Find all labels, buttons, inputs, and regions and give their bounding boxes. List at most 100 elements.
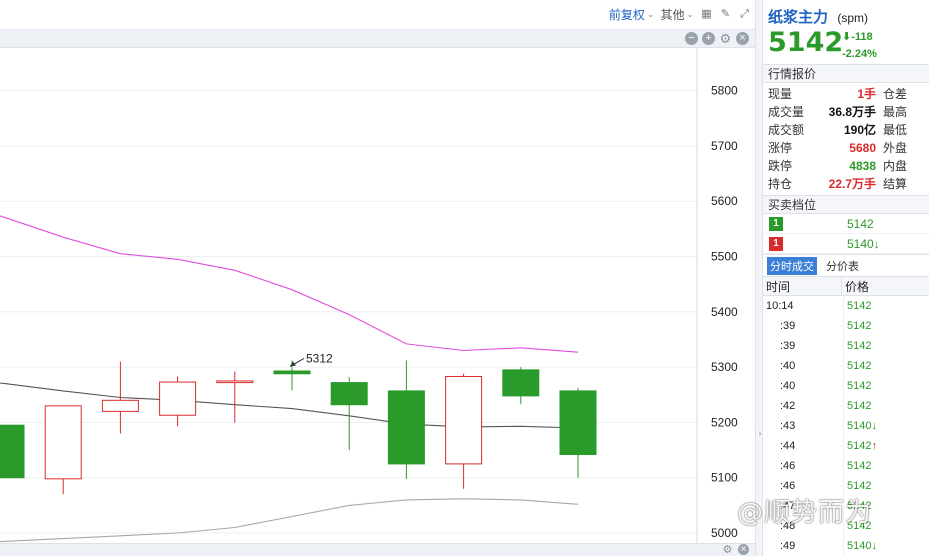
quote-value: 36.8万手 bbox=[828, 105, 876, 119]
tick-time: :46 bbox=[763, 456, 844, 476]
tick-price: 5142 bbox=[844, 356, 871, 376]
level-price: 5142 bbox=[847, 214, 874, 234]
y-tick-label: 5700 bbox=[711, 139, 738, 153]
tick-time: :39 bbox=[763, 316, 844, 336]
quote-label: 涨停 bbox=[768, 141, 793, 155]
tick-row: :46 5142 bbox=[763, 456, 929, 476]
order-book-row[interactable]: 1 5142 bbox=[763, 214, 929, 234]
quote-value: 22.7万手 bbox=[828, 177, 876, 191]
tick-row: :39 5142 bbox=[763, 316, 929, 336]
y-tick-label: 5600 bbox=[711, 194, 738, 208]
price-change: ⬇-118 -2.24% bbox=[842, 29, 877, 63]
last-price: 5142 bbox=[768, 27, 844, 58]
quote-row: 跌停 4838 内盘 bbox=[763, 157, 929, 175]
quote-label-secondary: 内盘 bbox=[883, 159, 908, 173]
arrow-down-icon: ↓ bbox=[871, 540, 877, 552]
candle-body bbox=[330, 382, 368, 406]
add-icon[interactable]: + bbox=[702, 32, 715, 45]
tick-price: 5142 bbox=[844, 396, 871, 416]
tick-row: :49 5140↓ bbox=[763, 536, 929, 556]
quote-row: 成交量 36.8万手 最高 bbox=[763, 103, 929, 121]
quote-label: 跌停 bbox=[768, 159, 793, 173]
tick-price: 5140↓ bbox=[844, 536, 877, 556]
gear-icon[interactable]: ⚙ bbox=[719, 32, 732, 45]
adjust-dropdown[interactable]: 前复权 ⌄ bbox=[609, 6, 655, 23]
quote-label-secondary: 外盘 bbox=[883, 141, 908, 155]
order-book-row[interactable]: 1 5140↓ bbox=[763, 234, 929, 254]
quote-label-secondary: 最低 bbox=[883, 123, 908, 137]
candle-body bbox=[559, 390, 597, 456]
contract-name[interactable]: 纸浆主力 bbox=[768, 6, 828, 27]
tick-time: :42 bbox=[763, 396, 844, 416]
tick-price-value: 5142 bbox=[847, 480, 872, 492]
tick-price-value: 5142 bbox=[847, 440, 872, 452]
tick-row: 10:14 5142 bbox=[763, 296, 929, 316]
candle-body bbox=[101, 399, 139, 412]
tick-time: 10:14 bbox=[763, 296, 844, 316]
tick-time: :40 bbox=[763, 356, 844, 376]
chart-toolbar: 前复权 ⌄ 其他 ⌄ ▦ ✎ ⤢ bbox=[0, 0, 755, 30]
grid-icon[interactable]: ▦ bbox=[700, 8, 713, 21]
candle-body bbox=[0, 424, 25, 479]
draw-pen-icon[interactable]: ✎ bbox=[719, 8, 732, 21]
tick-price: 5142 bbox=[844, 376, 871, 396]
change-percent: -2.24% bbox=[842, 48, 877, 60]
y-tick-label: 5400 bbox=[711, 305, 738, 319]
change-value: -118 bbox=[851, 31, 873, 43]
tick-row: :42 5142 bbox=[763, 396, 929, 416]
chevron-down-icon: ⌄ bbox=[686, 9, 694, 19]
panel-controls: − + ⚙ × bbox=[685, 32, 749, 45]
tick-price-value: 5142 bbox=[847, 380, 872, 392]
ma-line-dark bbox=[0, 382, 579, 429]
tick-price-value: 5142 bbox=[847, 340, 872, 352]
panel-splitter[interactable]: › bbox=[755, 0, 763, 556]
quote-value: 190亿 bbox=[843, 123, 876, 137]
tick-time: :39 bbox=[763, 336, 844, 356]
quote-value: 4838 bbox=[849, 159, 876, 173]
y-tick-label: 5100 bbox=[711, 471, 738, 485]
candle-body bbox=[216, 380, 254, 384]
gear-icon[interactable]: ⚙ bbox=[721, 544, 734, 556]
tick-price: 5142 bbox=[844, 296, 871, 316]
quote-label: 成交额 bbox=[768, 123, 805, 137]
fullscreen-icon[interactable]: ⤢ bbox=[738, 8, 751, 21]
level-price-value: 5140 bbox=[847, 236, 874, 251]
y-tick-label: 5000 bbox=[711, 526, 738, 540]
quote-row: 持仓 22.7万手 结算 bbox=[763, 175, 929, 193]
annotation-label: 5312 bbox=[306, 351, 333, 365]
quote-row: 成交额 190亿 最低 bbox=[763, 121, 929, 139]
candle-body bbox=[159, 381, 197, 416]
adjust-label: 前复权 bbox=[608, 8, 645, 22]
sub-panel-bar: ⚙ × bbox=[0, 543, 755, 556]
quote-label-secondary: 结算 bbox=[883, 177, 908, 191]
close-icon[interactable]: × bbox=[738, 544, 749, 555]
tick-row: :43 5140↓ bbox=[763, 416, 929, 436]
y-tick-label: 5300 bbox=[711, 360, 738, 374]
candle-body bbox=[273, 370, 311, 375]
tab-price-table[interactable]: 分价表 bbox=[823, 257, 862, 275]
quote-grid: 现量 1手 仓差 成交量 36.8万手 最高 成交额 190亿 最低 涨停 5680 外盘 跌停 4838… bbox=[763, 83, 929, 195]
chevron-down-icon: ⌄ bbox=[646, 9, 655, 19]
close-icon[interactable]: × bbox=[736, 32, 749, 45]
tick-row: :44 5142↑ bbox=[763, 436, 929, 456]
tab-ticks[interactable]: 分时成交 bbox=[767, 256, 817, 275]
arrow-down-icon: ⬇ bbox=[842, 31, 852, 43]
tick-price-value: 5142 bbox=[847, 400, 872, 412]
quote-label-secondary: 仓差 bbox=[883, 87, 908, 101]
tick-price-value: 5142 bbox=[847, 460, 872, 472]
tick-row: :40 5142 bbox=[763, 356, 929, 376]
candlestick-chart: 5800 5700 5600 5500 5400 5300 5200 5100 5000 5312 bbox=[0, 48, 738, 543]
quote-header: 纸浆主力 (spm) 5142 ⬇-118 -2.24% bbox=[763, 0, 929, 64]
tick-price: 5142 bbox=[844, 336, 871, 356]
quote-value: 1手 bbox=[857, 87, 876, 101]
quote-row: 涨停 5680 外盘 bbox=[763, 139, 929, 157]
tick-time: :43 bbox=[763, 416, 844, 436]
tick-price-value: 5142 bbox=[847, 320, 872, 332]
arrow-down-icon: ↓ bbox=[873, 236, 880, 251]
other-label: 其他 bbox=[660, 8, 685, 22]
quote-label-secondary: 最高 bbox=[883, 105, 908, 119]
watermark-text: @顺势而为 bbox=[737, 498, 873, 528]
quote-panel: 纸浆主力 (spm) 5142 ⬇-118 -2.24% 行情报价 现量 1手 仓差… bbox=[763, 0, 929, 556]
minimize-icon[interactable]: − bbox=[685, 32, 698, 45]
other-dropdown[interactable]: 其他 ⌄ bbox=[660, 6, 694, 23]
